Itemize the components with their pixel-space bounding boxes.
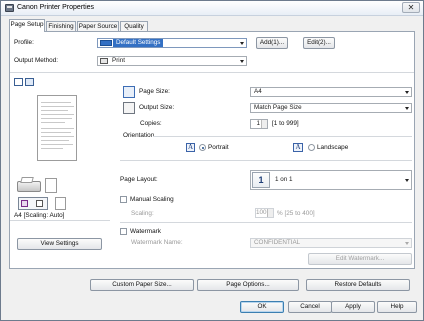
view-settings-button[interactable]: View Settings: [17, 238, 102, 250]
page-icon: [36, 200, 43, 207]
output-size-select[interactable]: Match Page Size: [250, 103, 412, 113]
page-layout-label: Page Layout:: [120, 176, 158, 183]
printer-view-icon[interactable]: [25, 78, 34, 86]
preview-text-line: [41, 122, 65, 123]
scaling-range: % [25 to 400]: [277, 210, 315, 217]
page-setup-panel: Profile: Default Settings Add(1)... Edit…: [9, 31, 415, 269]
preview-text-line: [41, 128, 74, 129]
paper-illustration: [45, 178, 57, 193]
page-preview: [37, 95, 77, 161]
page-size-value: A4: [254, 88, 262, 95]
copies-range: [1 to 999]: [272, 120, 299, 127]
page-size-label: Page Size:: [139, 88, 170, 95]
portrait-icon: A: [186, 143, 195, 152]
manual-scaling-label[interactable]: Manual Scaling: [130, 196, 174, 203]
apply-button[interactable]: Apply: [331, 301, 375, 313]
add-profile-button[interactable]: Add(1)...: [256, 37, 288, 49]
custom-paper-size-button[interactable]: Custom Paper Size...: [90, 279, 194, 291]
preview-text-line: [41, 114, 74, 115]
chevron-down-icon: [240, 42, 244, 45]
chevron-down-icon: [240, 60, 244, 63]
window-title: Canon Printer Properties: [17, 4, 95, 11]
manual-scaling-checkbox[interactable]: [120, 196, 127, 203]
profile-icon: [100, 40, 112, 46]
preview-text-line: [41, 102, 71, 103]
printer-icon: [5, 4, 14, 12]
title-bar[interactable]: Canon Printer Properties ✕: [1, 1, 423, 16]
chevron-down-icon: [405, 179, 409, 182]
preview-text-line: [41, 144, 73, 145]
landscape-icon: A: [293, 143, 303, 152]
stepper-arrows-icon[interactable]: [261, 120, 267, 128]
scaling-value: 100: [256, 209, 267, 216]
preview-text-line: [41, 132, 71, 133]
watermark-name-label: Watermark Name:: [131, 239, 183, 246]
output-method-select[interactable]: Print: [97, 56, 247, 66]
page-size-icon: [123, 86, 135, 98]
divider: [153, 136, 412, 137]
page-size-select[interactable]: A4: [250, 87, 412, 97]
landscape-radio[interactable]: [308, 144, 315, 151]
profile-label: Profile:: [14, 39, 34, 46]
preview-text-line: [41, 110, 68, 111]
copies-label: Copies:: [140, 120, 162, 127]
watermark-name-value: CONFIDENTIAL: [254, 239, 301, 246]
finishing-illustration: [18, 197, 48, 210]
printer-properties-window: Canon Printer Properties ✕ Page Setup Fi…: [0, 0, 424, 321]
output-method-label: Output Method:: [14, 57, 59, 64]
orientation-label: Orientation: [123, 132, 155, 139]
close-button[interactable]: ✕: [402, 2, 420, 13]
scaling-stepper[interactable]: 100: [255, 208, 274, 218]
preview-text-line: [41, 106, 74, 107]
print-icon: [100, 58, 108, 64]
copies-stepper[interactable]: 1: [250, 119, 268, 129]
portrait-label[interactable]: Portrait: [208, 144, 229, 151]
profile-select[interactable]: Default Settings: [97, 38, 247, 48]
restore-defaults-button[interactable]: Restore Defaults: [306, 279, 410, 291]
stepper-arrows-icon[interactable]: [267, 209, 273, 217]
preview-text-line: [41, 136, 74, 137]
divider: [10, 72, 414, 73]
profile-value: Default Settings: [113, 39, 164, 47]
page-options-button[interactable]: Page Options...: [197, 279, 299, 291]
divider: [10, 220, 110, 221]
close-icon: ✕: [407, 3, 415, 12]
printer-illustration: [16, 176, 42, 194]
ok-button[interactable]: OK: [240, 301, 284, 313]
chevron-down-icon: [405, 242, 409, 245]
preview-text-line: [41, 140, 69, 141]
landscape-label[interactable]: Landscape: [317, 144, 348, 151]
page-layout-select[interactable]: 1 1 on 1: [250, 170, 412, 190]
output-size-value: Match Page Size: [254, 104, 302, 111]
output-method-value: Print: [112, 57, 125, 64]
output-size-icon: [123, 102, 135, 114]
cancel-button[interactable]: Cancel: [288, 301, 332, 313]
watermark-name-select[interactable]: CONFIDENTIAL: [250, 238, 412, 248]
edit-watermark-button[interactable]: Edit Watermark...: [308, 253, 412, 265]
tab-page-setup[interactable]: Page Setup: [9, 19, 45, 32]
page-layout-value: 1 on 1: [275, 176, 293, 183]
chevron-down-icon: [405, 91, 409, 94]
output-size-label: Output Size:: [139, 104, 175, 111]
page-layout-icon: 1: [252, 172, 270, 188]
portrait-radio[interactable]: [199, 144, 206, 151]
watermark-checkbox[interactable]: [120, 228, 127, 235]
chevron-down-icon: [405, 107, 409, 110]
preview-text-line: [41, 118, 72, 119]
help-button[interactable]: Help: [377, 301, 417, 313]
scaling-label: Scaling:: [131, 210, 154, 217]
output-tray-icon: [55, 197, 66, 210]
divider: [120, 160, 412, 161]
preview-caption: A4 [Scaling: Auto]: [14, 212, 65, 219]
copies-value: 1: [256, 120, 260, 127]
watermark-label[interactable]: Watermark: [130, 228, 161, 235]
preview-text-line: [41, 148, 63, 149]
divider: [120, 222, 412, 223]
edit-profile-button[interactable]: Edit(2)...: [303, 37, 335, 49]
staple-icon: [21, 200, 28, 207]
page-view-icon[interactable]: [14, 78, 23, 86]
